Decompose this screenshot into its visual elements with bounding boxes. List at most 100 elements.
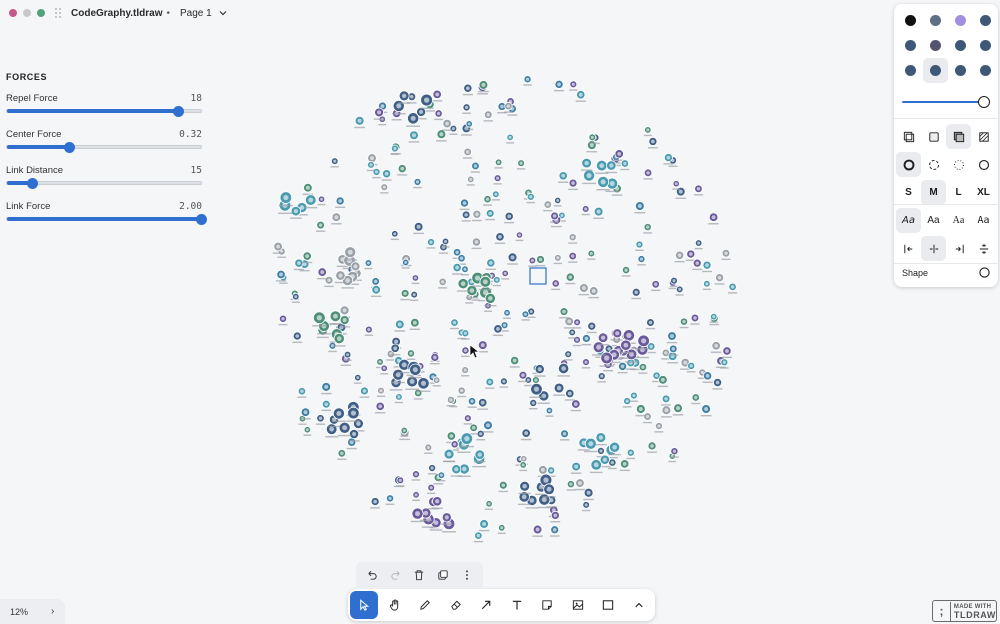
graph-node[interactable]: [470, 161, 481, 173]
graph-node[interactable]: [411, 470, 421, 481]
opacity-slider[interactable]: [902, 96, 990, 108]
graph-node[interactable]: [679, 317, 689, 329]
graph-node[interactable]: [503, 309, 512, 319]
graph-node[interactable]: [635, 240, 644, 251]
font-option-button[interactable]: Aa: [896, 208, 921, 233]
graph-node[interactable]: [507, 252, 518, 265]
graph-node[interactable]: [672, 403, 684, 416]
graph-node[interactable]: [380, 183, 389, 194]
graph-node[interactable]: [278, 314, 288, 326]
graph-node[interactable]: [485, 500, 494, 510]
graph-node[interactable]: [321, 399, 331, 412]
graph-node[interactable]: [409, 317, 421, 330]
graph-node[interactable]: [554, 79, 564, 92]
opacity-knob[interactable]: [978, 96, 990, 108]
color-swatch-button[interactable]: [973, 58, 998, 83]
fill-solid-button[interactable]: [946, 124, 971, 149]
size-option-button[interactable]: XL: [971, 180, 996, 205]
eraser-tool-button[interactable]: [442, 591, 470, 619]
graph-node[interactable]: [497, 524, 506, 535]
maximize-window-dot[interactable]: [37, 9, 45, 17]
force-slider-track[interactable]: [6, 214, 207, 225]
size-option-button[interactable]: L: [946, 180, 971, 205]
dash-dashed-button[interactable]: [921, 152, 946, 177]
graph-node[interactable]: [381, 169, 392, 181]
graph-node[interactable]: [492, 276, 501, 287]
graph-node[interactable]: [485, 377, 495, 389]
graph-node[interactable]: [521, 428, 532, 441]
graph-node[interactable]: [494, 158, 503, 169]
dash-dotted-button[interactable]: [946, 152, 971, 177]
graph-node[interactable]: [397, 164, 408, 176]
graph-node[interactable]: [483, 195, 492, 206]
graph-node[interactable]: [582, 501, 591, 512]
more-button[interactable]: [457, 565, 477, 585]
graph-node[interactable]: [370, 284, 382, 297]
note-tool-button[interactable]: [533, 591, 561, 619]
selection-box[interactable]: [529, 267, 547, 285]
graph-node[interactable]: [694, 239, 703, 250]
graph-node[interactable]: [359, 386, 370, 398]
graph-node[interactable]: [411, 274, 420, 285]
graph-node[interactable]: [302, 182, 314, 195]
graph-node[interactable]: [509, 355, 520, 368]
graph-node[interactable]: [406, 112, 420, 127]
graph-node[interactable]: [572, 318, 582, 329]
graph-node[interactable]: [501, 269, 510, 280]
hand-tool-button[interactable]: [381, 591, 409, 619]
graph-node[interactable]: [712, 377, 723, 390]
graph-canvas[interactable]: [250, 55, 750, 555]
graph-node[interactable]: [523, 75, 532, 86]
force-slider-knob[interactable]: [196, 214, 207, 225]
graph-node[interactable]: [482, 420, 494, 433]
graph-node[interactable]: [473, 531, 483, 543]
graph-node[interactable]: [674, 250, 685, 263]
ellipse-shape-icon[interactable]: [979, 267, 990, 278]
trash-button[interactable]: [409, 565, 429, 585]
graph-node[interactable]: [643, 223, 653, 234]
graph-node[interactable]: [375, 401, 386, 414]
graph-node[interactable]: [461, 346, 470, 358]
graph-node[interactable]: [657, 375, 669, 388]
graph-node[interactable]: [711, 341, 722, 353]
force-slider-knob[interactable]: [64, 142, 76, 153]
dash-solid-button[interactable]: [971, 152, 996, 177]
graph-node[interactable]: [431, 496, 443, 509]
made-with-tldraw-badge[interactable]: ; MADE WITH TLDRAW: [932, 600, 997, 622]
align-vertical-button[interactable]: [971, 236, 996, 261]
graph-node[interactable]: [693, 184, 704, 196]
graph-node[interactable]: [620, 159, 630, 171]
graph-node[interactable]: [645, 318, 656, 330]
graph-node[interactable]: [532, 524, 543, 537]
force-slider-knob[interactable]: [27, 178, 39, 189]
color-swatch-button[interactable]: [948, 33, 973, 58]
graph-node[interactable]: [565, 272, 576, 285]
graph-node[interactable]: [485, 209, 495, 221]
graph-node[interactable]: [690, 313, 700, 325]
graph-node[interactable]: [499, 377, 509, 388]
force-slider-knob[interactable]: [172, 106, 184, 117]
graph-node[interactable]: [463, 147, 473, 159]
graph-node[interactable]: [558, 171, 569, 183]
graph-node[interactable]: [581, 205, 590, 216]
graph-node[interactable]: [410, 290, 419, 301]
graph-node[interactable]: [330, 157, 339, 168]
graph-node[interactable]: [477, 340, 489, 353]
color-swatch-button[interactable]: [923, 58, 948, 83]
graph-node[interactable]: [506, 133, 515, 144]
graph-node[interactable]: [651, 280, 661, 292]
graph-node[interactable]: [643, 168, 653, 180]
graph-node[interactable]: [376, 386, 386, 397]
graph-node[interactable]: [588, 286, 599, 299]
font-option-button[interactable]: Aa: [921, 208, 946, 233]
fill-semi-button[interactable]: [921, 124, 946, 149]
graph-node[interactable]: [364, 259, 373, 270]
graph-node[interactable]: [353, 373, 362, 384]
graph-node[interactable]: [436, 129, 447, 142]
graph-node[interactable]: [394, 393, 403, 404]
graph-node[interactable]: [647, 441, 657, 453]
graph-node[interactable]: [460, 366, 470, 377]
graph-node[interactable]: [396, 476, 405, 487]
graph-node[interactable]: [587, 249, 596, 260]
graph-node[interactable]: [563, 316, 575, 329]
